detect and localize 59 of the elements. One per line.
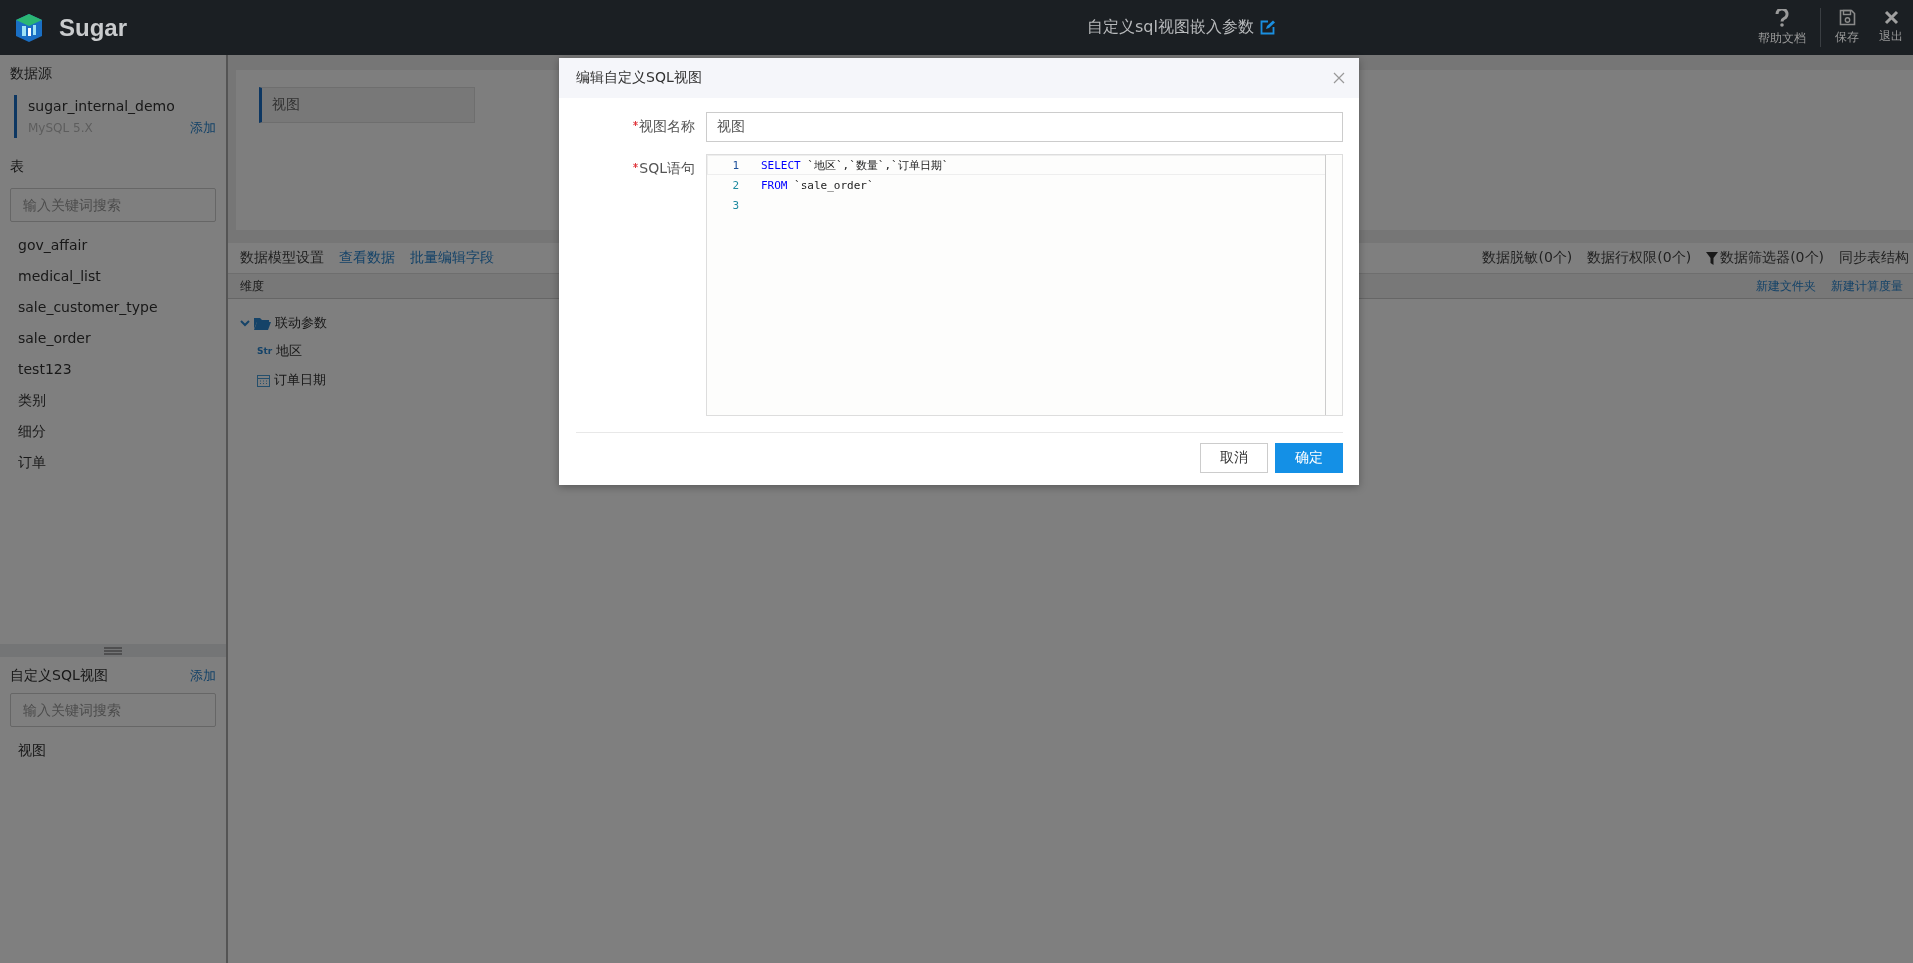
toolbar-button[interactable]: 同步表结构: [1839, 249, 1909, 267]
chevron-icon[interactable]: [240, 318, 250, 328]
code-line: SELECT `地区`,`数量`,`订单日期`: [761, 157, 949, 173]
cancel-button[interactable]: 取消: [1200, 443, 1268, 473]
line-number: 3: [731, 198, 739, 212]
field-name[interactable]: 订单日期: [274, 371, 326, 389]
code-line: FROM `sale_order`: [761, 178, 874, 192]
header-link[interactable]: 新建文件夹: [1756, 277, 1816, 295]
table-item[interactable]: 细分: [10, 416, 216, 447]
type-tag: Str: [257, 346, 273, 356]
close-icon: [1883, 10, 1899, 25]
table-item[interactable]: 类别: [10, 385, 216, 416]
name-field[interactable]: 视图: [706, 112, 1343, 142]
confirm-button[interactable]: 确定: [1275, 443, 1343, 473]
brand-name: Sugar: [59, 13, 127, 42]
toolbar-button[interactable]: 数据脱敏(0个): [1482, 249, 1573, 267]
section-heading: 表: [10, 157, 25, 176]
page-title: 自定义sql视图嵌入参数: [1087, 17, 1254, 38]
close-button[interactable]: [1333, 72, 1345, 84]
toolbar-link[interactable]: 批量编辑字段: [410, 249, 494, 267]
section-heading: 数据源: [10, 64, 53, 83]
folder-name[interactable]: 联动参数: [275, 314, 327, 332]
dialog-title: 编辑自定义SQL视图: [576, 69, 702, 87]
table-item[interactable]: medical_list: [10, 261, 216, 292]
close-icon: [1333, 72, 1345, 84]
line-number: 1: [731, 158, 739, 172]
save-button[interactable]: 保存: [1825, 0, 1869, 55]
folder-icon: [254, 316, 271, 330]
toolbar-button[interactable]: 数据行权限(0个): [1587, 249, 1692, 267]
table-item[interactable]: sale_order: [10, 323, 216, 354]
add-link[interactable]: 添加: [190, 119, 216, 137]
table-item[interactable]: gov_affair: [10, 230, 216, 261]
table-item[interactable]: sale_customer_type: [10, 292, 216, 323]
help-icon: [1775, 8, 1789, 27]
toolbar-link[interactable]: 查看数据: [339, 249, 395, 267]
line-number: 2: [731, 178, 739, 192]
calendar-icon: [257, 373, 270, 387]
edit-icon[interactable]: [1259, 20, 1275, 35]
table-item[interactable]: test123: [10, 354, 216, 385]
header-link[interactable]: 新建计算度量: [1831, 277, 1903, 295]
field-name[interactable]: 地区: [276, 342, 303, 360]
view-tab[interactable]: 视图: [259, 87, 475, 123]
add-link[interactable]: 添加: [190, 667, 216, 685]
view-item[interactable]: 视图: [10, 735, 216, 766]
toolbar-tab[interactable]: 数据模型设置: [240, 249, 324, 267]
field-label: 视图名称: [639, 117, 695, 136]
help-button[interactable]: 帮助文档: [1748, 0, 1816, 55]
datasource-name[interactable]: sugar_internal_demo: [28, 98, 216, 114]
column-header: 维度: [240, 277, 264, 295]
exit-button[interactable]: 退出: [1869, 0, 1913, 55]
sql-editor[interactable]: 1 SELECT `地区`,`数量`,`订单日期` 2 FROM `sale_order` 3: [706, 154, 1343, 416]
toolbar-button[interactable]: 数据筛选器(0个): [1706, 249, 1824, 267]
drag-handle-icon: [104, 646, 122, 655]
section-heading: 自定义SQL视图: [10, 667, 108, 685]
filter-icon: [1706, 251, 1719, 265]
field-label: SQL语句: [639, 159, 695, 178]
table-item[interactable]: 订单: [10, 447, 216, 478]
cube-logo: [14, 12, 44, 43]
save-icon: [1838, 9, 1856, 26]
